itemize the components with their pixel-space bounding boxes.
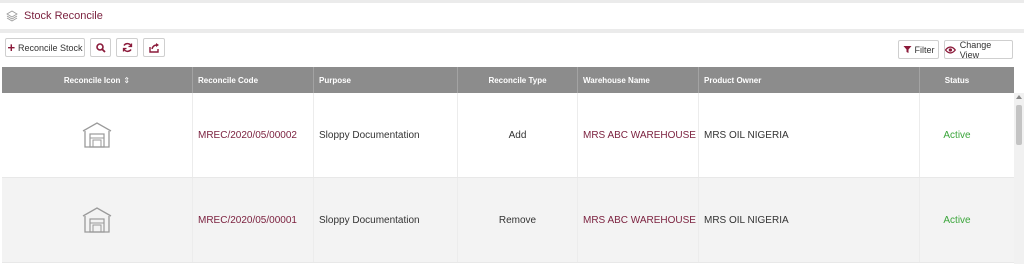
refresh-button[interactable] — [116, 38, 138, 57]
change-view-label: Change View — [959, 39, 992, 60]
reconcile-icon-cell — [2, 178, 193, 262]
purpose: Sloppy Documentation — [314, 178, 458, 262]
col-reconcile-icon[interactable]: Reconcile Icon ⇕ — [2, 67, 193, 93]
col-status[interactable]: Status — [920, 67, 994, 93]
purpose: Sloppy Documentation — [314, 93, 458, 177]
reconcile-table: Reconcile Icon ⇕ Reconcile Code Purpose … — [2, 67, 1014, 263]
eye-icon — [945, 45, 956, 54]
col-product-owner[interactable]: Product Owner — [699, 67, 920, 93]
reconcile-stock-button[interactable]: + Reconcile Stock — [5, 38, 85, 57]
table-row[interactable]: MREC/2020/05/00002 Sloppy Documentation … — [2, 93, 1014, 178]
reconcile-stock-label: Reconcile Stock — [18, 42, 83, 53]
col-reconcile-code[interactable]: Reconcile Code — [193, 67, 314, 93]
warehouse-name[interactable]: MRS ABC WAREHOUSE — [578, 178, 699, 262]
plus-icon: + — [7, 40, 16, 55]
reconcile-code[interactable]: MREC/2020/05/00002 — [193, 93, 314, 177]
reconcile-icon-cell — [2, 93, 193, 177]
product-owner: MRS OIL NIGERIA — [699, 93, 920, 177]
warehouse-icon — [82, 207, 112, 233]
search-icon — [95, 42, 106, 53]
page-header: Stock Reconcile — [0, 3, 1024, 29]
scrollbar-thumb[interactable] — [1016, 105, 1022, 145]
toolbar: + Reconcile Stock Filter Change View — [0, 33, 1024, 65]
stack-icon — [6, 10, 18, 22]
filter-label: Filter — [914, 44, 935, 55]
sort-icon: ⇕ — [123, 75, 131, 85]
search-button[interactable] — [90, 38, 111, 57]
export-button[interactable] — [143, 38, 165, 57]
filter-button[interactable]: Filter — [898, 40, 939, 59]
col-purpose[interactable]: Purpose — [314, 67, 458, 93]
reconcile-code[interactable]: MREC/2020/05/00001 — [193, 178, 314, 262]
scroll-up-icon[interactable] — [1016, 95, 1022, 99]
reconcile-type: Add — [458, 93, 578, 177]
product-owner: MRS OIL NIGERIA — [699, 178, 920, 262]
status-badge: Active — [943, 214, 971, 226]
col-reconcile-type[interactable]: Reconcile Type — [458, 67, 578, 93]
page-title: Stock Reconcile — [24, 10, 103, 22]
vertical-scrollbar[interactable] — [1014, 93, 1024, 264]
reconcile-type: Remove — [458, 178, 578, 262]
refresh-icon — [122, 42, 132, 53]
col-warehouse-name[interactable]: Warehouse Name — [578, 67, 699, 93]
warehouse-name[interactable]: MRS ABC WAREHOUSE — [578, 93, 699, 177]
warehouse-icon — [82, 122, 112, 148]
change-view-button[interactable]: Change View — [944, 39, 1013, 60]
export-icon — [148, 43, 159, 53]
filter-icon — [903, 46, 911, 53]
table-row[interactable]: MREC/2020/05/00001 Sloppy Documentation … — [2, 178, 1014, 263]
status-badge: Active — [943, 129, 971, 141]
table-header: Reconcile Icon ⇕ Reconcile Code Purpose … — [2, 67, 1014, 93]
